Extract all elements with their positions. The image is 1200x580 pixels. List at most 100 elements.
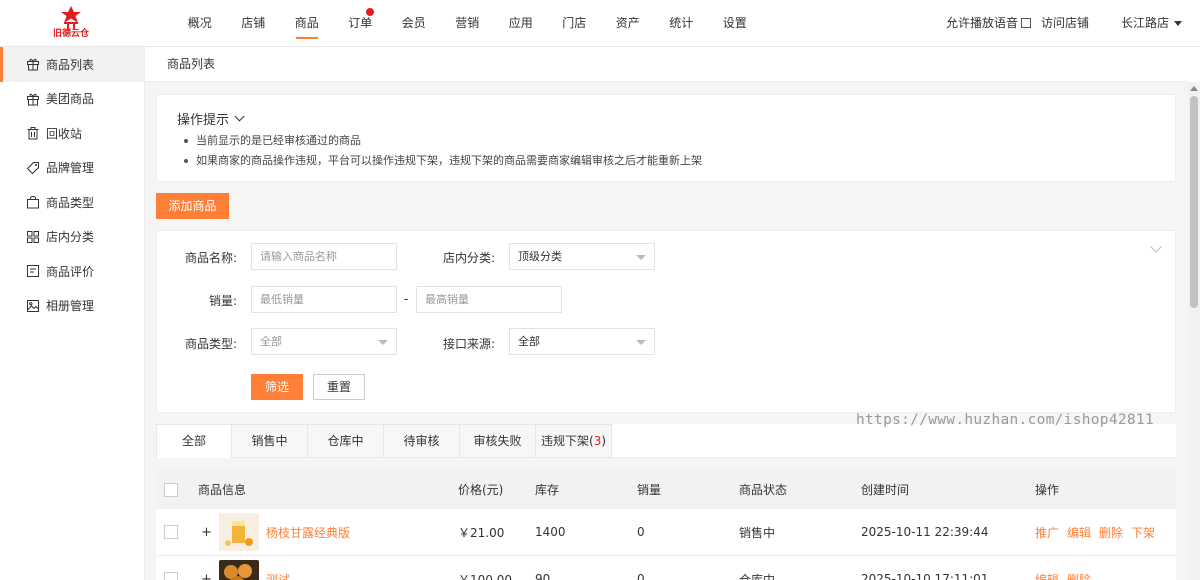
- goods-name-label: 商品名称:: [184, 251, 237, 265]
- select-all-cell: [164, 470, 178, 509]
- sidebar-item-brands[interactable]: 品牌管理: [0, 151, 144, 186]
- tab-on-sale[interactable]: 销售中: [232, 424, 308, 458]
- tab-pending-review[interactable]: 待审核: [384, 424, 460, 458]
- sidebar-item-reviews[interactable]: 商品评价: [0, 254, 144, 289]
- nav-item-overview[interactable]: 概况: [173, 0, 227, 47]
- nav-item-members[interactable]: 会员: [387, 0, 441, 47]
- bag-icon: [26, 195, 40, 209]
- edit-link[interactable]: 编辑: [1067, 524, 1091, 541]
- reset-button[interactable]: 重置: [313, 374, 365, 400]
- store-switcher[interactable]: 长江路店: [1121, 0, 1182, 46]
- col-price: 价格(元): [458, 483, 504, 497]
- goods-sales: 0: [637, 525, 645, 539]
- sidebar-item-label: 相册管理: [46, 299, 95, 314]
- goods-stock: 90: [535, 572, 551, 580]
- tab-in-warehouse[interactable]: 仓库中: [308, 424, 384, 458]
- voice-checkbox[interactable]: [1020, 18, 1031, 28]
- promote-link[interactable]: 推广: [1035, 524, 1059, 541]
- goods-stock: 1400: [535, 525, 566, 539]
- sidebar-item-label: 美团商品: [46, 92, 95, 107]
- tips-toggle[interactable]: 操作提示: [177, 109, 245, 128]
- sidebar: 商品列表 美团商品 回收站 品牌管理 商品类型 店内分类 商品评价 相册管理: [0, 47, 145, 580]
- scroll-up-arrow-icon[interactable]: [1190, 86, 1198, 91]
- goods-status: 销售中: [739, 525, 776, 540]
- store-name: 长江路店: [1120, 16, 1169, 30]
- row-checkbox[interactable]: [164, 572, 178, 580]
- status-tabs: 全部 销售中 仓库中 待审核 审核失败 违规下架(3): [156, 424, 1176, 458]
- select-all-checkbox[interactable]: [164, 482, 178, 497]
- main-nav: 概况 店铺 商品 订单 会员 营销 应用 门店 资产 统计 设置: [173, 0, 762, 47]
- table-row: + 测试 ￥100.00 90 0 仓库中 2025-10-10 17:11:0…: [156, 556, 1176, 580]
- goods-sales: 0: [637, 572, 645, 580]
- nav-item-orders[interactable]: 订单: [334, 0, 388, 47]
- nav-item-shop[interactable]: 店铺: [227, 0, 281, 47]
- tab-review-failed[interactable]: 审核失败: [460, 424, 536, 458]
- col-stock: 库存: [535, 483, 560, 497]
- image-icon: [26, 299, 40, 313]
- expand-icon[interactable]: +: [201, 525, 212, 540]
- sidebar-item-goods-list[interactable]: 商品列表: [0, 47, 144, 82]
- tips-item: 当前显示的是已经审核通过的商品: [184, 131, 702, 151]
- nav-item-marketing[interactable]: 营销: [441, 0, 495, 47]
- sales-min-input[interactable]: 最低销量: [251, 286, 397, 313]
- trash-icon: [26, 126, 40, 140]
- goods-type-select[interactable]: 全部: [251, 328, 397, 355]
- chevron-down-icon[interactable]: [1150, 241, 1162, 253]
- goods-name-input[interactable]: 请输入商品名称: [251, 243, 397, 270]
- goods-created-time: 2025-10-11 22:39:44: [861, 525, 989, 539]
- logo-mark-icon: [61, 6, 81, 29]
- goods-created-time: 2025-10-10 17:11:01: [861, 572, 989, 580]
- voice-toggle[interactable]: 允许播放语音: [946, 0, 1041, 46]
- sidebar-item-albums[interactable]: 相册管理: [0, 289, 144, 324]
- nav-item-orders-label: 订单: [348, 16, 373, 30]
- brand-logo[interactable]: 旧德云仓: [50, 5, 92, 43]
- edit-link[interactable]: 编辑: [1035, 571, 1059, 580]
- filter-button[interactable]: 筛选: [251, 374, 303, 400]
- sidebar-item-store-categories[interactable]: 店内分类: [0, 220, 144, 255]
- tab-violation-removed[interactable]: 违规下架(3): [536, 424, 612, 458]
- page-scrollbar[interactable]: [1188, 82, 1200, 580]
- sidebar-item-goods-types[interactable]: 商品类型: [0, 185, 144, 220]
- logo-text: 旧德云仓: [52, 29, 89, 39]
- nav-item-settings[interactable]: 设置: [708, 0, 762, 47]
- add-goods-button[interactable]: 添加商品: [156, 193, 229, 219]
- nav-item-assets[interactable]: 资产: [601, 0, 655, 47]
- tab-all[interactable]: 全部: [156, 424, 232, 458]
- visit-store-link[interactable]: 访问店铺: [1041, 0, 1089, 46]
- take-down-link[interactable]: 下架: [1131, 524, 1155, 541]
- filter-panel: 商品名称: 请输入商品名称 店内分类: 顶级分类 销量: 最低销量 - 最高销量…: [156, 230, 1176, 413]
- expand-icon[interactable]: +: [201, 572, 212, 580]
- goods-thumbnail[interactable]: [219, 560, 259, 580]
- goods-type-label: 商品类型:: [184, 337, 237, 351]
- store-category-select[interactable]: 顶级分类: [509, 243, 655, 270]
- store-category-value: 顶级分类: [518, 250, 562, 263]
- sidebar-item-recycle-bin[interactable]: 回收站: [0, 116, 144, 151]
- col-created: 创建时间: [861, 483, 910, 497]
- row-checkbox[interactable]: [164, 525, 178, 539]
- nav-item-stats[interactable]: 统计: [655, 0, 709, 47]
- sales-label: 销量:: [208, 294, 237, 308]
- tag-icon: [26, 161, 40, 175]
- delete-link[interactable]: 删除: [1099, 524, 1123, 541]
- tips-list: 当前显示的是已经审核通过的商品 如果商家的商品操作违规，平台可以操作违规下架，违…: [184, 131, 702, 171]
- sales-max-input[interactable]: 最高销量: [416, 286, 562, 313]
- watermark-text: https://www.huzhan.com/ishop42811: [856, 412, 1154, 428]
- nav-item-goods[interactable]: 商品: [280, 0, 334, 47]
- nav-item-stores[interactable]: 门店: [548, 0, 602, 47]
- api-source-select[interactable]: 全部: [509, 328, 655, 355]
- delete-link[interactable]: 删除: [1067, 571, 1091, 580]
- voice-label: 允许播放语音: [945, 16, 1018, 30]
- comment-icon: [26, 264, 40, 278]
- goods-thumbnail[interactable]: [219, 513, 259, 551]
- scrollbar-thumb[interactable]: [1190, 96, 1198, 308]
- goods-status: 仓库中: [739, 572, 776, 580]
- goods-name-link[interactable]: 杨枝甘露经典版: [266, 524, 350, 541]
- sidebar-item-meituan-goods[interactable]: 美团商品: [0, 82, 144, 117]
- goods-name-link[interactable]: 测试: [266, 571, 290, 580]
- col-ops: 操作: [1035, 483, 1060, 497]
- tips-panel: 操作提示 当前显示的是已经审核通过的商品 如果商家的商品操作违规，平台可以操作违…: [156, 94, 1176, 182]
- nav-item-apps[interactable]: 应用: [494, 0, 548, 47]
- tips-title: 操作提示: [177, 113, 230, 128]
- gift-icon: [26, 57, 40, 71]
- goods-price: ￥100.00: [458, 572, 512, 580]
